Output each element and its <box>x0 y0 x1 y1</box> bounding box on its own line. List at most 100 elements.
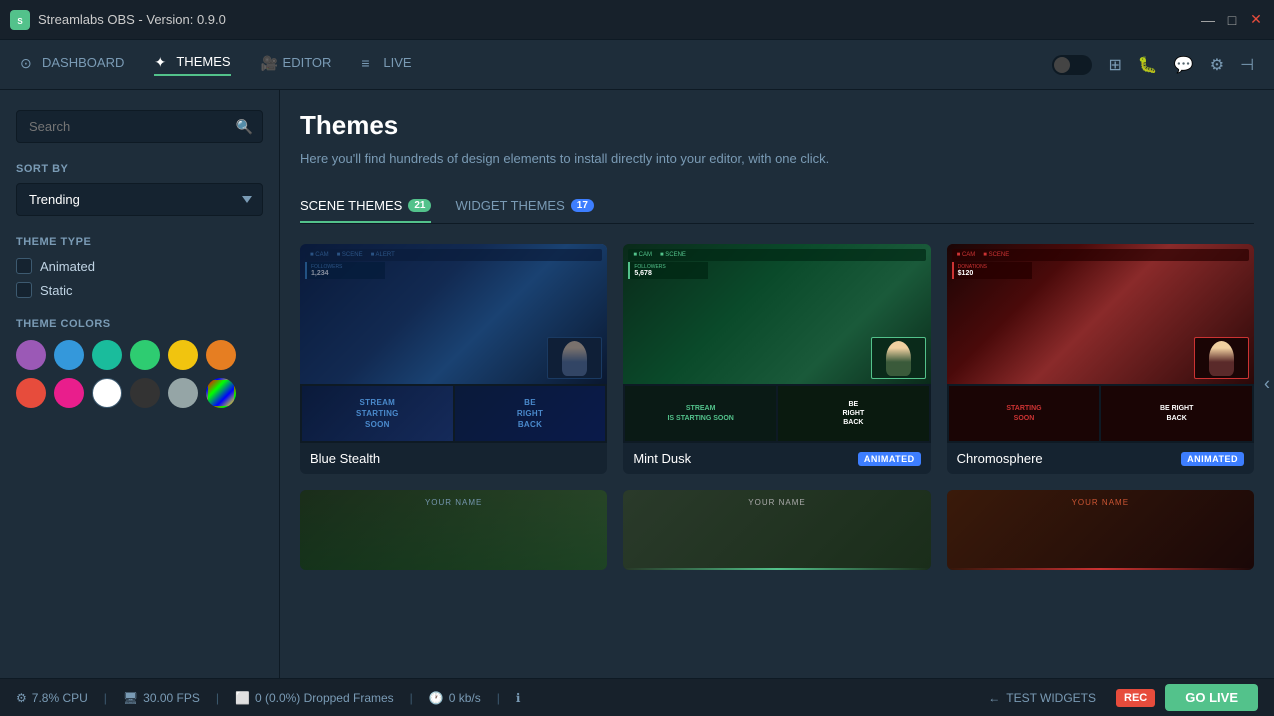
bandwidth-status: 🕐 0 kb/s <box>429 691 481 705</box>
theme-card-chromosphere[interactable]: ■ CAM ■ SCENE DONATIONS $120 <box>947 244 1254 474</box>
go-live-button[interactable]: GO LIVE <box>1165 684 1258 711</box>
test-widgets-label: TEST WIDGETS <box>1006 691 1096 705</box>
scene-themes-badge: 21 <box>408 199 431 212</box>
color-dark[interactable] <box>130 378 160 408</box>
chromosphere-animated-badge: ANIMATED <box>1181 452 1244 466</box>
theme-card-4[interactable]: YOUR NAME <box>300 490 607 570</box>
nav-right-controls: ⊞ 🐛 💬 ⚙ ⊣ <box>1052 55 1254 75</box>
sidebar: 🔍 SORT BY Trending Newest Most Popular T… <box>0 90 280 678</box>
main-content: 🔍 SORT BY Trending Newest Most Popular T… <box>0 90 1274 678</box>
tabs: SCENE THEMES 21 WIDGET THEMES 17 <box>300 190 1254 224</box>
live-icon: ≡ <box>361 55 377 71</box>
cpu-value: 7.8% CPU <box>32 691 88 705</box>
dashboard-icon: ⊙ <box>20 55 36 71</box>
sort-by-select[interactable]: Trending Newest Most Popular <box>16 183 263 216</box>
arrow-icon: ← <box>988 691 1000 705</box>
separator-2: | <box>216 691 219 705</box>
color-teal[interactable] <box>92 340 122 370</box>
color-swatches <box>16 340 263 408</box>
bandwidth-icon: 🕐 <box>429 691 444 705</box>
theme-card-blue-stealth[interactable]: ■ CAM ■ SCENE ■ ALERT FOLLOWERS 1,234 <box>300 244 607 474</box>
chromosphere-name: Chromosphere <box>957 451 1043 466</box>
nav-label-editor: EDITOR <box>283 55 332 70</box>
blue-stealth-footer: Blue Stealth <box>300 443 607 474</box>
content-area: Themes Here you'll find hundreds of desi… <box>280 90 1274 678</box>
window-controls: — □ ✕ <box>1200 12 1264 28</box>
info-icon[interactable]: ℹ <box>516 691 521 705</box>
nav-item-editor[interactable]: 🎥 EDITOR <box>261 55 332 75</box>
static-checkbox-item[interactable]: Static <box>16 282 263 298</box>
discord-icon[interactable]: 💬 <box>1174 55 1194 75</box>
static-label: Static <box>40 283 73 298</box>
mint-dusk-main-image: ■ CAM ■ SCENE FOLLOWERS 5,678 <box>623 244 930 384</box>
close-button[interactable]: ✕ <box>1248 12 1264 28</box>
color-green[interactable] <box>130 340 160 370</box>
fps-status: 🖥 30.00 FPS <box>123 691 200 705</box>
blue-stealth-images: ■ CAM ■ SCENE ■ ALERT FOLLOWERS 1,234 <box>300 244 607 443</box>
fps-value: 30.00 FPS <box>143 691 200 705</box>
animated-label: Animated <box>40 259 95 274</box>
status-bar: ⚙ 7.8% CPU | 🖥 30.00 FPS | ⬜ 0 (0.0%) Dr… <box>0 678 1274 716</box>
nav-item-live[interactable]: ≡ LIVE <box>361 55 411 75</box>
nav-item-themes[interactable]: ✦ THEMES <box>154 54 230 76</box>
scene-themes-label: SCENE THEMES <box>300 198 402 213</box>
color-red[interactable] <box>16 378 46 408</box>
theme-card-5[interactable]: YOUR NAME <box>623 490 930 570</box>
bandwidth-value: 0 kb/s <box>449 691 481 705</box>
status-left: ⚙ 7.8% CPU | 🖥 30.00 FPS | ⬜ 0 (0.0%) Dr… <box>16 691 520 705</box>
dropped-value: 0 (0.0%) Dropped Frames <box>255 691 394 705</box>
app-icon: S <box>10 10 30 30</box>
fps-icon: 🖥 <box>123 691 138 705</box>
search-input[interactable] <box>16 110 263 143</box>
color-orange[interactable] <box>206 340 236 370</box>
editor-icon: 🎥 <box>261 55 277 71</box>
theme-toggle[interactable] <box>1052 55 1092 75</box>
color-pink[interactable] <box>54 378 84 408</box>
columns-icon[interactable]: ⊞ <box>1108 55 1121 75</box>
title-bar: S Streamlabs OBS - Version: 0.9.0 — □ ✕ <box>0 0 1274 40</box>
widget-themes-label: WIDGET THEMES <box>455 198 564 213</box>
window-title: Streamlabs OBS - Version: 0.9.0 <box>38 12 226 27</box>
settings-icon[interactable]: ⚙ <box>1210 55 1224 75</box>
nav-bar: ⊙ DASHBOARD ✦ THEMES 🎥 EDITOR ≡ LIVE ⊞ 🐛… <box>0 40 1274 90</box>
dropped-status: ⬜ 0 (0.0%) Dropped Frames <box>235 691 394 705</box>
nav-label-live: LIVE <box>383 55 411 70</box>
rec-badge[interactable]: REC <box>1116 689 1155 707</box>
color-blue[interactable] <box>54 340 84 370</box>
theme-card-mint-dusk[interactable]: ■ CAM ■ SCENE FOLLOWERS 5,678 <box>623 244 930 474</box>
minimize-button[interactable]: — <box>1200 12 1216 28</box>
blue-stealth-thumbs: STREAMSTARTINGSOON BERIGHTBACK <box>300 384 607 443</box>
static-checkbox[interactable] <box>16 282 32 298</box>
color-gray[interactable] <box>168 378 198 408</box>
nav-item-dashboard[interactable]: ⊙ DASHBOARD <box>20 55 124 75</box>
animated-checkbox-item[interactable]: Animated <box>16 258 263 274</box>
color-multicolor[interactable] <box>206 378 236 408</box>
bug-icon[interactable]: 🐛 <box>1138 55 1158 75</box>
theme-card-6[interactable]: YOUR NAME <box>947 490 1254 570</box>
color-white[interactable] <box>92 378 122 408</box>
chromosphere-footer: Chromosphere ANIMATED <box>947 443 1254 474</box>
chromosphere-main-image: ■ CAM ■ SCENE DONATIONS $120 <box>947 244 1254 384</box>
tab-widget-themes[interactable]: WIDGET THEMES 17 <box>455 190 593 223</box>
nav-items: ⊙ DASHBOARD ✦ THEMES 🎥 EDITOR ≡ LIVE <box>20 54 412 76</box>
widget-themes-badge: 17 <box>571 199 594 212</box>
color-purple[interactable] <box>16 340 46 370</box>
maximize-button[interactable]: □ <box>1224 12 1240 28</box>
nav-label-dashboard: DASHBOARD <box>42 55 124 70</box>
separator-3: | <box>410 691 413 705</box>
scroll-right-button[interactable]: ‹ <box>1260 362 1274 407</box>
cpu-icon: ⚙ <box>16 691 27 705</box>
color-yellow[interactable] <box>168 340 198 370</box>
collapse-icon[interactable]: ⊣ <box>1240 55 1254 75</box>
cpu-status: ⚙ 7.8% CPU <box>16 691 88 705</box>
blue-stealth-thumb-2: BERIGHTBACK <box>455 386 606 441</box>
animated-checkbox[interactable] <box>16 258 32 274</box>
nav-label-themes: THEMES <box>176 54 230 69</box>
themes-icon: ✦ <box>154 54 170 70</box>
status-right: ← TEST WIDGETS REC GO LIVE <box>978 684 1258 711</box>
test-widgets-button[interactable]: ← TEST WIDGETS <box>978 687 1106 709</box>
info-item[interactable]: ℹ <box>516 691 521 705</box>
svg-text:S: S <box>17 17 23 26</box>
tab-scene-themes[interactable]: SCENE THEMES 21 <box>300 190 431 223</box>
search-container: 🔍 <box>16 110 263 143</box>
